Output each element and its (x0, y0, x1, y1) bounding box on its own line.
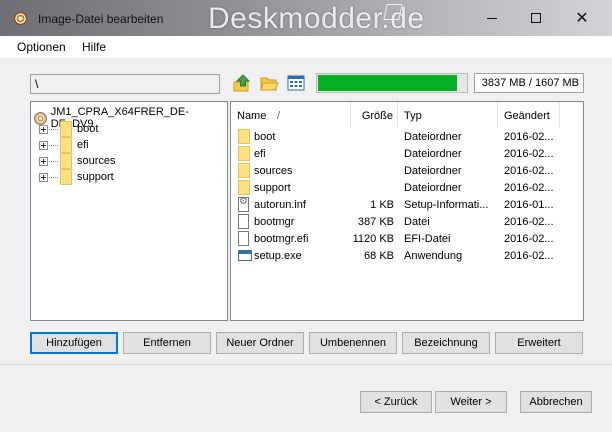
menu-hilfe[interactable]: Hilfe (82, 40, 106, 54)
expand-icon[interactable] (39, 124, 48, 134)
column-header-size[interactable]: Größe (351, 102, 398, 128)
cell-name: sources (254, 165, 293, 177)
application-icon (238, 250, 252, 261)
capacity-progress-fill (318, 75, 458, 91)
column-header-label: Name (237, 110, 267, 122)
sort-indicator: / (277, 110, 281, 122)
minimize-icon (487, 17, 497, 19)
cell-type: Dateiordner (404, 148, 462, 160)
size-readout: 3837 MB / 1607 MB (474, 73, 584, 93)
title-bar: Image-Datei bearbeiten Deskmodder.de ✕ (0, 0, 612, 36)
menu-bar: Optionen Hilfe (0, 36, 612, 58)
rename-button[interactable]: Umbenennen (309, 332, 397, 354)
file-icon (238, 214, 249, 229)
cell-type: Dateiordner (404, 165, 462, 177)
separator (0, 364, 612, 365)
tree-node-label: sources (77, 155, 116, 167)
folder-icon (60, 137, 72, 153)
column-header-name[interactable]: Name / (231, 102, 351, 128)
advanced-button[interactable]: Erweitert (495, 332, 583, 354)
expand-icon[interactable] (39, 140, 48, 150)
column-header-type[interactable]: Typ (398, 102, 498, 128)
folder-icon (60, 153, 72, 169)
table-row[interactable]: support Dateiordner 2016-02... (231, 180, 583, 197)
folder-icon (60, 169, 72, 185)
cell-modified: 2016-02... (504, 216, 554, 228)
folder-icon (238, 129, 250, 144)
tree-node-label: boot (77, 123, 99, 135)
table-row[interactable]: setup.exe 68 KB Anwendung 2016-02... (231, 248, 583, 265)
maximize-button[interactable] (526, 8, 546, 28)
file-icon (238, 231, 249, 246)
cell-name: bootmgr.efi (254, 233, 309, 245)
remove-button[interactable]: Entfernen (123, 332, 211, 354)
new-folder-button[interactable]: Neuer Ordner (216, 332, 304, 354)
cell-size: 1120 KB (352, 233, 394, 245)
cell-size: 387 KB (357, 216, 394, 228)
maximize-icon (531, 13, 541, 23)
expand-icon[interactable] (39, 172, 48, 182)
capacity-progress-bar (316, 73, 468, 93)
cell-size: 68 KB (364, 250, 394, 262)
folder-tree[interactable]: JM1_CPRA_X64FRER_DE-DE_DV9 boot efi sour… (30, 101, 228, 321)
properties-icon[interactable] (286, 73, 306, 93)
cell-type: Anwendung (404, 250, 463, 262)
table-row[interactable]: bootmgr.efi 1120 KB EFI-Datei 2016-02... (231, 231, 583, 248)
cell-name: support (254, 182, 291, 194)
cell-name: autorun.inf (254, 199, 306, 211)
cell-modified: 2016-02... (504, 233, 554, 245)
label-button[interactable]: Bezeichnung (402, 332, 490, 354)
expand-icon[interactable] (39, 156, 48, 166)
cell-size: 1 KB (370, 199, 394, 211)
tree-node-support[interactable]: support (39, 169, 114, 185)
add-button[interactable]: Hinzufügen (30, 332, 118, 354)
table-row[interactable]: autorun.inf 1 KB Setup-Informati... 2016-01… (231, 196, 583, 214)
next-button[interactable]: Weiter > (435, 391, 507, 413)
close-icon: ✕ (575, 10, 589, 27)
app-disc-icon (14, 12, 27, 25)
back-button[interactable]: < Zurück (360, 391, 432, 413)
cell-modified: 2016-02... (504, 165, 554, 177)
menu-optionen[interactable]: Optionen (17, 40, 66, 54)
watermark-mark-icon (383, 4, 403, 20)
cell-name: setup.exe (254, 250, 302, 262)
cell-modified: 2016-01... (504, 199, 554, 211)
folder-icon (60, 121, 72, 137)
folder-icon (238, 146, 250, 161)
tree-node-label: efi (77, 139, 89, 151)
folder-icon (238, 163, 250, 178)
tree-node-boot[interactable]: boot (39, 121, 98, 137)
table-row[interactable]: sources Dateiordner 2016-02... (231, 163, 583, 180)
cell-modified: 2016-02... (504, 182, 554, 194)
tree-node-sources[interactable]: sources (39, 153, 116, 169)
cell-name: bootmgr (254, 216, 295, 228)
settings-file-icon (238, 196, 249, 212)
table-row[interactable]: boot Dateiordner 2016-02... (231, 129, 583, 146)
minimize-button[interactable] (482, 8, 502, 28)
cell-type: EFI-Datei (404, 233, 451, 245)
window-title: Image-Datei bearbeiten (38, 12, 164, 26)
folder-up-icon[interactable] (232, 73, 252, 93)
tree-node-efi[interactable]: efi (39, 137, 89, 153)
cell-type: Dateiordner (404, 182, 462, 194)
cell-name: boot (254, 131, 276, 143)
open-folder-icon[interactable] (259, 73, 279, 93)
table-row[interactable]: efi Dateiordner 2016-02... (231, 146, 583, 163)
cell-type: Dateiordner (404, 131, 462, 143)
cell-type: Setup-Informati... (404, 199, 489, 211)
path-field[interactable]: \ (30, 74, 220, 94)
column-header-modified[interactable]: Geändert (498, 102, 560, 128)
table-row[interactable]: bootmgr 387 KB Datei 2016-02... (231, 214, 583, 231)
close-button[interactable]: ✕ (572, 8, 592, 28)
cell-type: Datei (404, 216, 430, 228)
file-list[interactable]: Name / Größe Typ Geändert boot Dateiordne… (230, 101, 584, 321)
cell-modified: 2016-02... (504, 131, 554, 143)
cancel-button[interactable]: Abbrechen (520, 391, 592, 413)
tree-node-label: support (77, 171, 114, 183)
cell-modified: 2016-02... (504, 148, 554, 160)
folder-icon (238, 180, 250, 195)
cell-modified: 2016-02... (504, 250, 554, 262)
cell-name: efi (254, 148, 266, 160)
